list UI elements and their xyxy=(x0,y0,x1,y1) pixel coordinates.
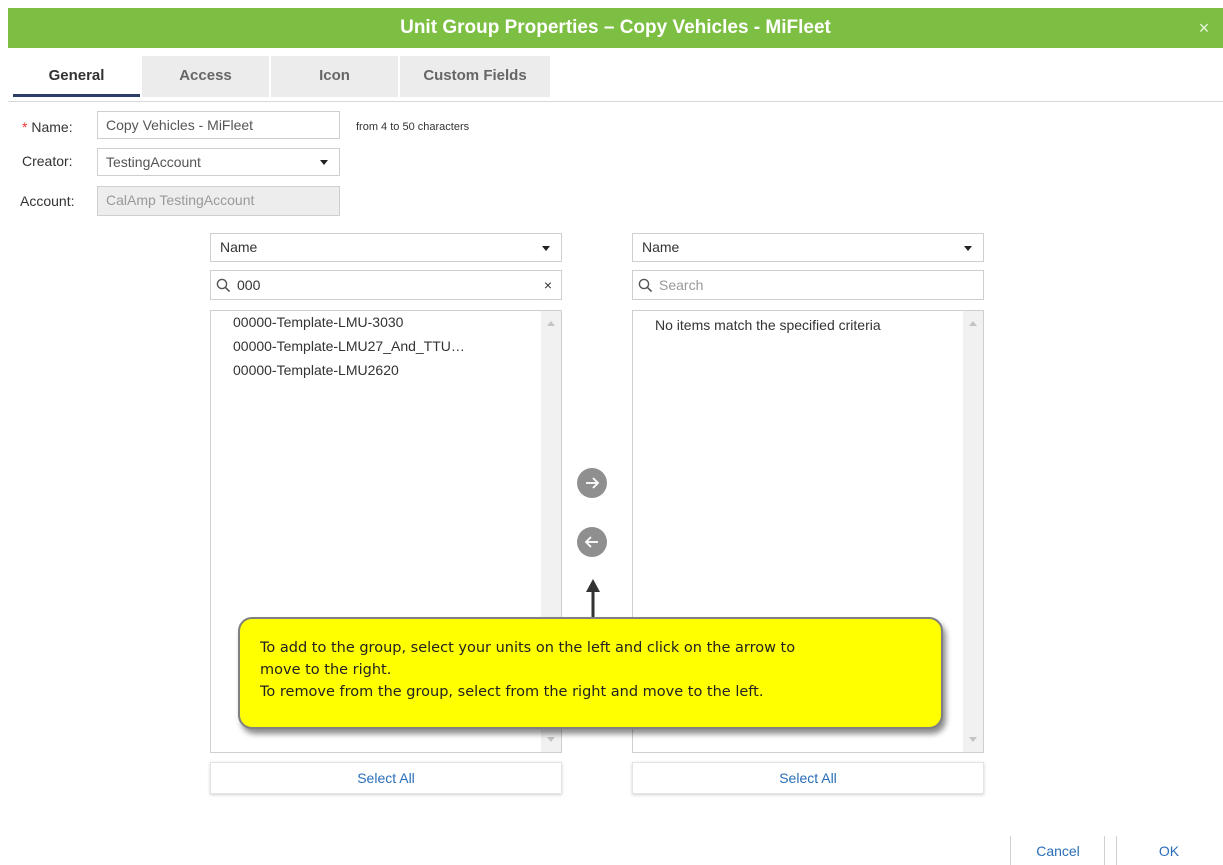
clear-search-icon[interactable]: × xyxy=(544,271,552,299)
scroll-down-icon[interactable] xyxy=(547,737,555,742)
callout-text: To add to the group, select your units o… xyxy=(260,637,921,703)
chevron-down-icon xyxy=(964,246,972,251)
dialog-title: Unit Group Properties – Copy Vehicles - … xyxy=(400,17,831,38)
left-search-value: 000 xyxy=(237,277,261,293)
instruction-callout: To add to the group, select your units o… xyxy=(238,617,943,729)
tab-general[interactable]: General xyxy=(13,56,140,97)
callout-line: To add to the group, select your units o… xyxy=(260,640,796,656)
arrow-right-icon xyxy=(586,477,600,489)
required-marker: * xyxy=(22,119,28,135)
scroll-down-icon[interactable] xyxy=(969,737,977,742)
creator-label: Creator: xyxy=(22,153,73,169)
chevron-down-icon xyxy=(542,246,550,251)
list-item[interactable]: 00000-Template-LMU2620 xyxy=(233,362,399,378)
dialog-title-bar: Unit Group Properties – Copy Vehicles - … xyxy=(8,8,1223,48)
callout-line: To remove from the group, select from th… xyxy=(260,684,764,700)
footer-divider xyxy=(1116,836,1117,865)
left-sort-value: Name xyxy=(220,239,258,255)
tab-access[interactable]: Access xyxy=(142,56,269,97)
right-sort-value: Name xyxy=(642,239,680,255)
name-hint: from 4 to 50 characters xyxy=(356,121,470,133)
tab-custom-fields[interactable]: Custom Fields xyxy=(400,56,550,97)
empty-list-message: No items match the specified criteria xyxy=(655,317,881,333)
left-search-input[interactable]: 000 × xyxy=(210,270,562,300)
search-icon xyxy=(638,278,653,293)
annotation-arrow-icon xyxy=(586,579,600,618)
tab-divider xyxy=(8,101,1223,102)
footer-divider xyxy=(1104,836,1105,865)
list-item[interactable]: 00000-Template-LMU27_And_TTU… xyxy=(233,338,465,354)
cancel-button[interactable]: Cancel xyxy=(1018,838,1098,865)
chevron-down-icon xyxy=(320,160,328,165)
close-icon[interactable]: × xyxy=(1195,19,1213,37)
tab-icon[interactable]: Icon xyxy=(271,56,398,97)
left-select-all-button[interactable]: Select All xyxy=(210,762,562,794)
creator-select[interactable]: TestingAccount xyxy=(97,148,340,176)
left-sort-select[interactable]: Name xyxy=(210,233,562,262)
right-select-all-button[interactable]: Select All xyxy=(632,762,984,794)
creator-value: TestingAccount xyxy=(106,154,201,170)
name-label: * Name: xyxy=(22,119,73,135)
right-sort-select[interactable]: Name xyxy=(632,233,984,262)
search-icon xyxy=(216,278,231,293)
name-field[interactable]: Copy Vehicles - MiFleet xyxy=(97,111,340,139)
arrow-left-icon xyxy=(584,536,598,548)
right-search-placeholder: Search xyxy=(659,277,704,293)
footer-divider xyxy=(1010,836,1011,865)
account-field: CalAmp TestingAccount xyxy=(97,186,340,216)
account-label: Account: xyxy=(20,193,75,209)
move-right-button[interactable] xyxy=(577,468,607,498)
ok-button[interactable]: OK xyxy=(1124,838,1214,865)
name-label-text: Name: xyxy=(31,119,73,135)
tab-bar: General Access Icon Custom Fields xyxy=(13,56,552,97)
scroll-up-icon[interactable] xyxy=(547,321,555,326)
callout-line: move to the right. xyxy=(260,662,392,678)
move-left-button[interactable] xyxy=(577,527,607,557)
right-search-input[interactable]: Search xyxy=(632,270,984,300)
scroll-up-icon[interactable] xyxy=(969,321,977,326)
list-item[interactable]: 00000-Template-LMU-3030 xyxy=(233,314,403,330)
right-list-scrollbar[interactable] xyxy=(963,311,983,752)
